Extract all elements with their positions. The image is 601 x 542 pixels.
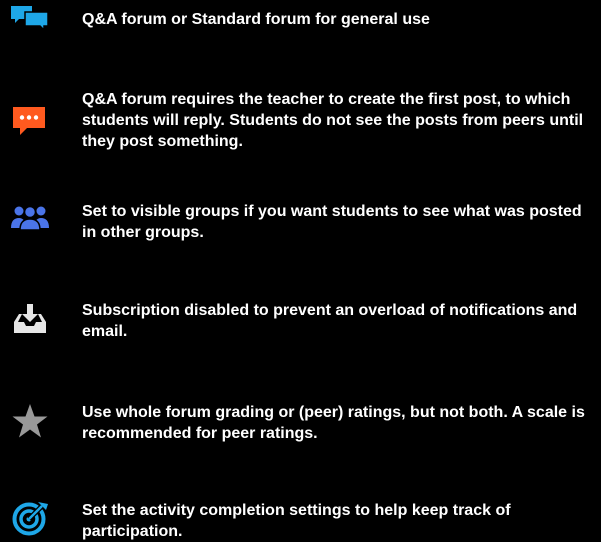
item-text: Use whole forum grading or (peer) rating… — [82, 404, 585, 442]
item-text: Q&A forum or Standard forum for general … — [82, 11, 430, 28]
item-text: Set the activity completion settings to … — [82, 502, 511, 540]
inbox-download-icon — [10, 302, 50, 342]
target-icon — [10, 498, 50, 538]
item-text: Set to visible groups if you want studen… — [82, 203, 582, 241]
item-text: Subscription disabled to prevent an over… — [82, 302, 578, 340]
chat-bubbles-icon — [10, 2, 50, 42]
users-group-icon — [10, 198, 50, 238]
item-text: Q&A forum requires the teacher to create… — [82, 91, 584, 150]
star-icon — [10, 402, 50, 442]
comment-dots-icon — [10, 102, 50, 142]
